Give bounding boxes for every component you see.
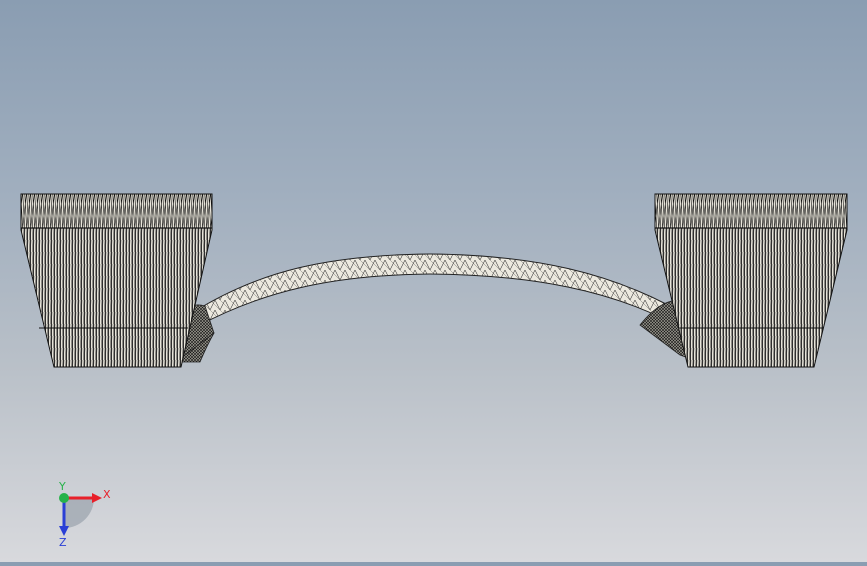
axis-triad: X Y Z [46,480,126,550]
y-axis-icon [59,493,69,503]
right-boss [654,193,848,368]
arch-body [175,253,703,363]
3d-viewport[interactable]: X Y Z [0,0,867,562]
triad-plane-icon [64,498,94,528]
y-axis-label: Y [58,480,66,493]
model-view[interactable] [0,0,867,562]
left-boss [20,193,213,368]
x-axis-label: X [103,488,111,501]
z-axis-label: Z [59,536,67,549]
